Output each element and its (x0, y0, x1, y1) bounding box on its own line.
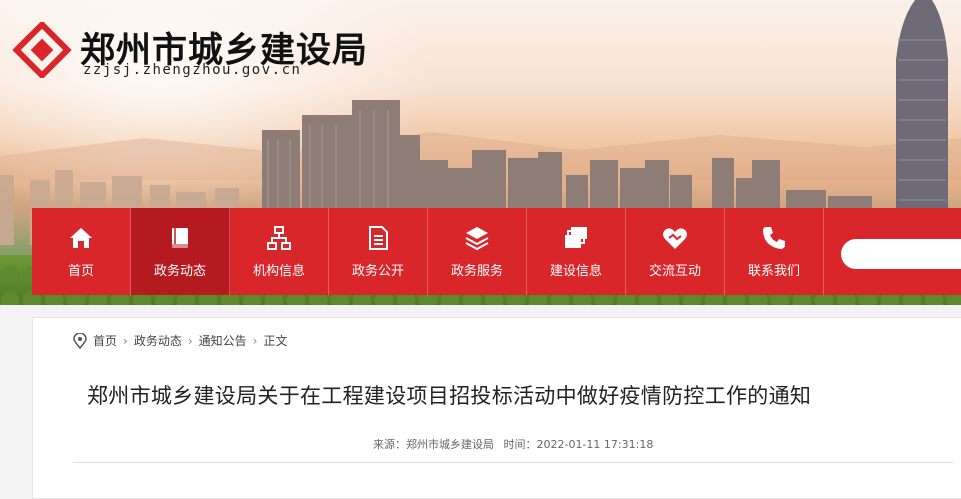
nav-item-label: 建设信息 (549, 264, 602, 279)
article-time: 时间：2022-01-11 17:31:18 (503, 438, 654, 451)
layers-icon (465, 227, 489, 251)
home-icon (70, 228, 92, 248)
nav-item-label: 政务服务 (450, 264, 503, 279)
main-nav: 首页 政务动态 机构信息 政务公开 政务服务 建设信息 交流互动 联系我们 (32, 208, 961, 295)
article-meta: 来源：郑州市城乡建设局 时间：2022-01-11 17:31:18 (373, 436, 659, 452)
nav-item-services[interactable]: 政务服务 (428, 208, 527, 295)
nav-item-construction-info[interactable]: 建设信息 (527, 208, 626, 295)
chevron-right-icon: › (123, 333, 128, 348)
breadcrumb: 首页 › 政务动态 › 通知公告 › 正文 (73, 332, 288, 349)
nav-item-label: 机构信息 (252, 264, 305, 279)
org-chart-icon (267, 226, 291, 250)
stack-icon (565, 227, 587, 248)
nav-item-home[interactable]: 首页 (32, 208, 131, 295)
bureau-logo-icon (12, 22, 72, 78)
nav-item-contact[interactable]: 联系我们 (725, 208, 824, 295)
nav-item-label: 政务动态 (153, 264, 206, 279)
article-title: 郑州市城乡建设局关于在工程建设项目招投标活动中做好疫情防控工作的通知 (87, 384, 812, 408)
breadcrumb-current: 正文 (263, 334, 288, 348)
nav-item-organization[interactable]: 机构信息 (230, 208, 329, 295)
handshake-heart-icon (663, 228, 687, 249)
search-input[interactable] (841, 238, 961, 269)
nav-item-news[interactable]: 政务动态 (131, 208, 230, 295)
breadcrumb-news[interactable]: 政务动态 (134, 332, 182, 349)
article-source: 来源：郑州市城乡建设局 (373, 438, 494, 451)
breadcrumb-notices[interactable]: 通知公告 (199, 332, 247, 349)
chevron-right-icon: › (187, 333, 193, 348)
nav-item-interaction[interactable]: 交流互动 (626, 208, 725, 295)
document-icon (369, 226, 388, 250)
phone-icon (763, 227, 785, 249)
article-panel: 首页 › 政务动态 › 通知公告 › 正文 郑州市城乡建设局关于在工程建设项目招… (32, 317, 961, 499)
nav-item-label: 交流互动 (648, 264, 701, 279)
nav-item-label: 首页 (67, 264, 94, 279)
location-pin-icon (73, 332, 87, 349)
search-area (824, 208, 961, 295)
breadcrumb-home[interactable]: 首页 (93, 332, 117, 349)
nav-item-label: 政务公开 (351, 264, 404, 279)
divider (73, 462, 953, 463)
nav-item-public-info[interactable]: 政务公开 (329, 208, 428, 295)
chevron-right-icon: › (252, 333, 258, 348)
nav-item-label: 联系我们 (747, 264, 800, 279)
book-icon (172, 228, 188, 248)
site-domain: zzjsj.zhengzhou.gov.cn (83, 62, 302, 78)
